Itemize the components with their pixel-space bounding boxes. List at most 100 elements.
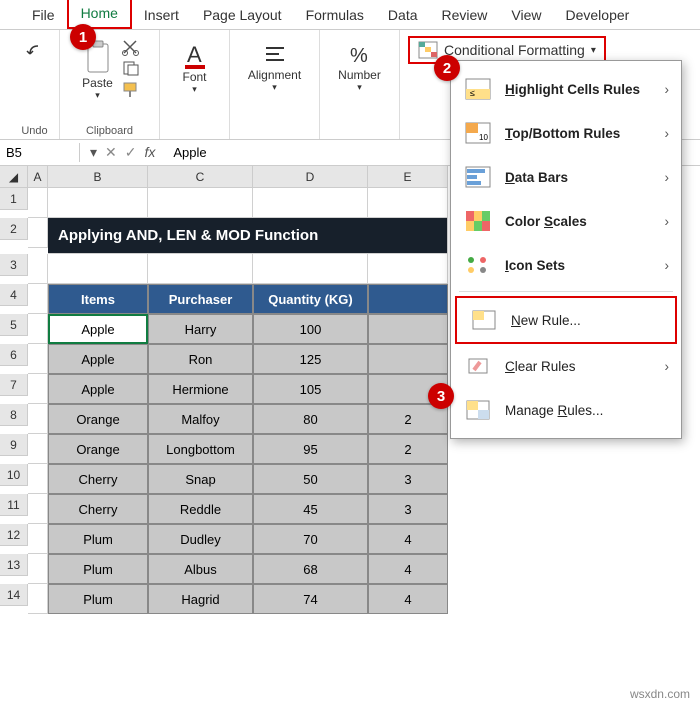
cancel-icon[interactable]: ✕ xyxy=(105,144,117,161)
col-header[interactable]: A xyxy=(28,166,48,188)
row-header[interactable]: 9 xyxy=(0,434,28,456)
row-header[interactable]: 2 xyxy=(0,218,28,240)
enter-icon[interactable]: ✓ xyxy=(125,144,137,161)
table-cell[interactable]: Reddle xyxy=(148,494,253,524)
table-cell[interactable]: 4 xyxy=(368,584,448,614)
tab-review[interactable]: Review xyxy=(430,2,500,29)
row-header[interactable]: 14 xyxy=(0,584,28,606)
row-header[interactable]: 7 xyxy=(0,374,28,396)
col-header[interactable]: C xyxy=(148,166,253,188)
menu-manage-rules[interactable]: Manage Rules... xyxy=(451,388,681,432)
menu-highlight-cells-rules[interactable]: ≤ Highlight Cells Rules › xyxy=(451,67,681,111)
row-header[interactable]: 8 xyxy=(0,404,28,426)
undo-button[interactable] xyxy=(20,38,50,64)
cell[interactable] xyxy=(148,254,253,284)
table-cell[interactable]: Albus xyxy=(148,554,253,584)
table-cell[interactable]: 50 xyxy=(253,464,368,494)
row-header[interactable]: 12 xyxy=(0,524,28,546)
col-header[interactable]: D xyxy=(253,166,368,188)
tab-page-layout[interactable]: Page Layout xyxy=(191,2,294,29)
table-cell[interactable]: 68 xyxy=(253,554,368,584)
cell[interactable] xyxy=(28,188,48,218)
cell[interactable] xyxy=(28,284,48,314)
table-cell[interactable]: 3 xyxy=(368,464,448,494)
table-cell[interactable]: 95 xyxy=(253,434,368,464)
select-all-corner[interactable]: ◢ xyxy=(0,166,28,188)
menu-icon-sets[interactable]: Icon Sets › xyxy=(451,243,681,287)
name-box[interactable]: B5 xyxy=(0,143,80,162)
cell[interactable] xyxy=(368,254,448,284)
tab-file[interactable]: File xyxy=(20,2,67,29)
table-cell[interactable]: Dudley xyxy=(148,524,253,554)
table-cell[interactable] xyxy=(368,314,448,344)
table-cell[interactable]: Hagrid xyxy=(148,584,253,614)
table-cell[interactable]: Apple xyxy=(48,344,148,374)
table-cell[interactable]: Orange xyxy=(48,404,148,434)
tab-insert[interactable]: Insert xyxy=(132,2,191,29)
table-cell[interactable]: 100 xyxy=(253,314,368,344)
cell[interactable] xyxy=(48,188,148,218)
table-cell[interactable]: 45 xyxy=(253,494,368,524)
table-cell[interactable]: Snap xyxy=(148,464,253,494)
fx-icon[interactable]: fx xyxy=(145,144,156,161)
cell[interactable] xyxy=(28,344,48,374)
menu-color-scales[interactable]: Color Scales › xyxy=(451,199,681,243)
alignment-button[interactable]: Alignment ▾ xyxy=(244,38,305,95)
table-cell[interactable]: 125 xyxy=(253,344,368,374)
row-header[interactable]: 13 xyxy=(0,554,28,576)
table-cell[interactable]: Apple xyxy=(48,374,148,404)
table-cell[interactable]: Orange xyxy=(48,434,148,464)
row-header[interactable]: 1 xyxy=(0,188,28,210)
table-cell[interactable]: Plum xyxy=(48,584,148,614)
cell[interactable] xyxy=(28,494,48,524)
table-cell[interactable]: 2 xyxy=(368,434,448,464)
tab-view[interactable]: View xyxy=(499,2,553,29)
cell[interactable] xyxy=(28,404,48,434)
cell[interactable] xyxy=(368,188,448,218)
table-cell[interactable]: 74 xyxy=(253,584,368,614)
menu-clear-rules[interactable]: Clear Rules › xyxy=(451,344,681,388)
table-cell[interactable]: Harry xyxy=(148,314,253,344)
table-cell[interactable]: Hermione xyxy=(148,374,253,404)
menu-data-bars[interactable]: Data Bars › xyxy=(451,155,681,199)
table-cell[interactable]: 4 xyxy=(368,554,448,584)
table-header[interactable]: Quantity (KG) xyxy=(253,284,368,314)
cell[interactable] xyxy=(253,254,368,284)
table-cell[interactable]: Ron xyxy=(148,344,253,374)
font-button[interactable]: A Font ▾ xyxy=(177,38,213,97)
table-cell[interactable]: Plum xyxy=(48,524,148,554)
table-cell[interactable]: Plum xyxy=(48,554,148,584)
table-cell[interactable]: Cherry xyxy=(48,464,148,494)
cell[interactable] xyxy=(48,254,148,284)
menu-top-bottom-rules[interactable]: 10 Top/Bottom Rules › xyxy=(451,111,681,155)
table-cell[interactable] xyxy=(368,344,448,374)
cell[interactable] xyxy=(28,218,48,248)
table-cell[interactable]: Longbottom xyxy=(148,434,253,464)
cell[interactable] xyxy=(28,254,48,284)
tab-formulas[interactable]: Formulas xyxy=(294,2,376,29)
table-header[interactable]: Items xyxy=(48,284,148,314)
number-button[interactable]: % Number ▾ xyxy=(334,38,385,95)
cell[interactable] xyxy=(28,464,48,494)
row-header[interactable]: 5 xyxy=(0,314,28,336)
row-header[interactable]: 10 xyxy=(0,464,28,486)
copy-icon[interactable] xyxy=(121,59,141,77)
cell[interactable] xyxy=(28,374,48,404)
col-header[interactable]: B xyxy=(48,166,148,188)
row-header[interactable]: 11 xyxy=(0,494,28,516)
table-cell[interactable]: 105 xyxy=(253,374,368,404)
title-cell[interactable]: Applying AND, LEN & MOD Function xyxy=(48,218,448,254)
menu-new-rule[interactable]: New Rule... xyxy=(455,296,677,344)
table-cell[interactable]: Cherry xyxy=(48,494,148,524)
table-cell[interactable]: 80 xyxy=(253,404,368,434)
table-cell[interactable]: 2 xyxy=(368,404,448,434)
cell[interactable] xyxy=(28,584,48,614)
table-header[interactable]: Purchaser xyxy=(148,284,253,314)
cell[interactable] xyxy=(28,434,48,464)
cell[interactable] xyxy=(253,188,368,218)
table-header[interactable] xyxy=(368,284,448,314)
cell[interactable] xyxy=(28,554,48,584)
cell[interactable] xyxy=(28,314,48,344)
table-cell[interactable]: Malfoy xyxy=(148,404,253,434)
cut-icon[interactable] xyxy=(121,38,141,56)
